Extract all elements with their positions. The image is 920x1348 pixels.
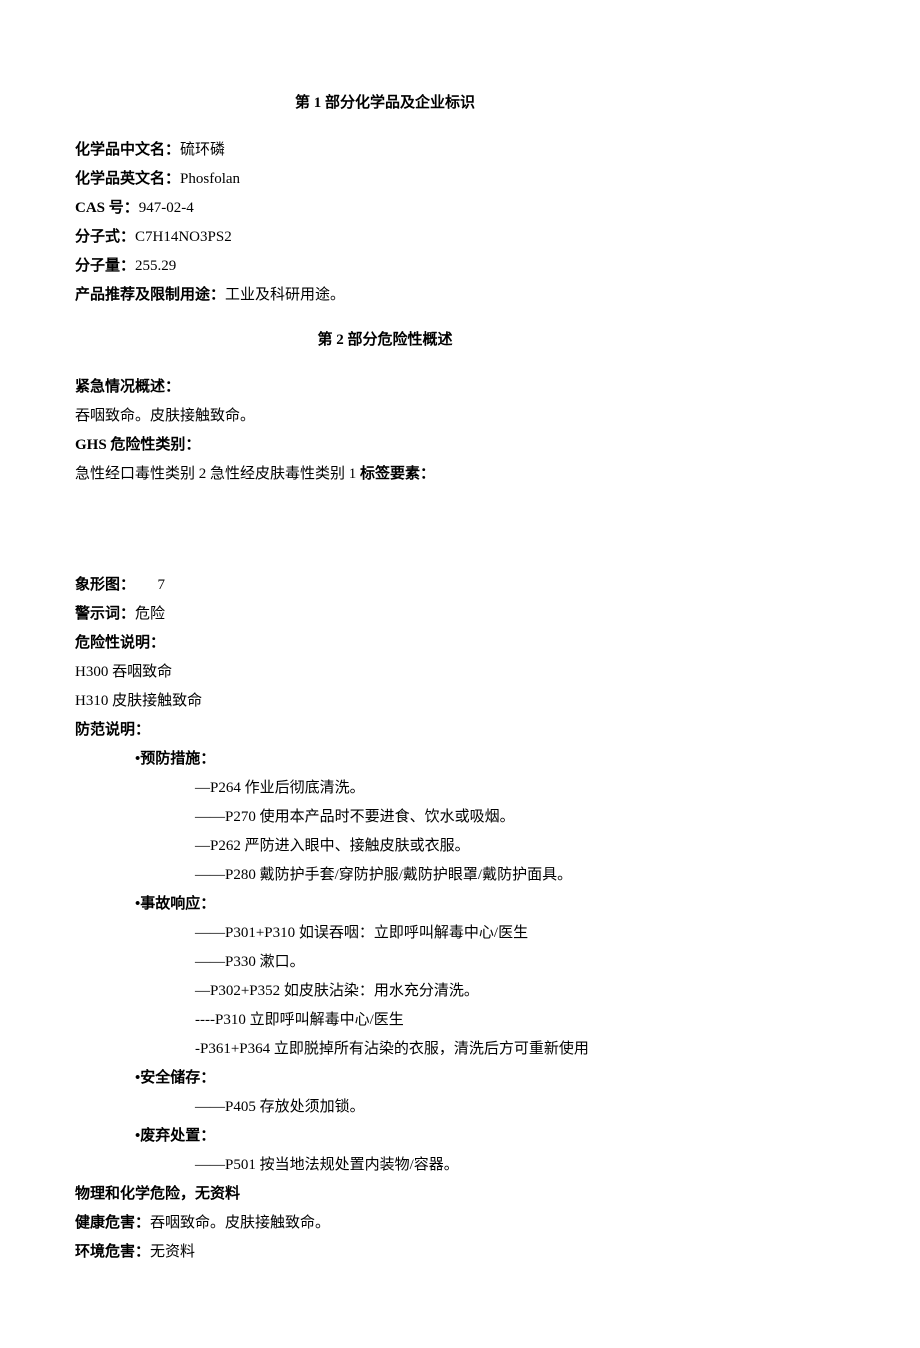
health-line: 健康危害：吞咽致命。皮肤接触致命。: [75, 1210, 695, 1237]
env-label: 环境危害：: [75, 1244, 150, 1260]
cas-label: CAS 号：: [75, 200, 139, 216]
name-cn-label: 化学品中文名：: [75, 142, 180, 158]
mw-label: 分子量：: [75, 258, 135, 274]
name-en-value: Phosfolan: [180, 171, 240, 187]
mw-value: 255.29: [135, 258, 176, 274]
signal-label: 警示词：: [75, 606, 135, 622]
p301-310: ——P301+P310 如误吞咽：立即呼叫解毒中心/医生: [195, 920, 695, 947]
p302-352: —P302+P352 如皮肤沾染：用水充分清洗。: [195, 978, 695, 1005]
cas-value: 947-02-4: [139, 200, 194, 216]
formula-label: 分子式：: [75, 229, 135, 245]
p262: —P262 严防进入眼中、接触皮肤或衣服。: [195, 833, 695, 860]
p405: ——P405 存放处须加锁。: [195, 1094, 695, 1121]
name-en-line: 化学品英文名：Phosfolan: [75, 166, 695, 193]
ghs-line: 急性经口毒性类别 2 急性经皮肤毒性类别 1 标签要素：: [75, 461, 695, 488]
section-2-title: 第 2 部分危险性概述: [75, 327, 695, 354]
signal-value: 危险: [135, 606, 165, 622]
formula-line: 分子式：C7H14NO3PS2: [75, 224, 695, 251]
p310: ----P310 立即呼叫解毒中心/医生: [195, 1007, 695, 1034]
hazard-stmt-label: 危险性说明：: [75, 630, 695, 657]
h310: H310 皮肤接触致命: [75, 688, 695, 715]
use-line: 产品推荐及限制用途：工业及科研用途。: [75, 282, 695, 309]
label-elements: 标签要素：: [360, 466, 435, 482]
p361-364: -P361+P364 立即脱掉所有沾染的衣服，清洗后方可重新使用: [195, 1036, 695, 1063]
pictogram-label: 象形图：: [75, 577, 135, 593]
emergency-value: 吞咽致命。皮肤接触致命。: [75, 403, 695, 430]
precaution-label: 防范说明：: [75, 717, 695, 744]
pictogram-value: 7: [158, 577, 166, 593]
p270: ——P270 使用本产品时不要进食、饮水或吸烟。: [195, 804, 695, 831]
response-label: •事故响应：: [135, 891, 695, 918]
env-value: 无资料: [150, 1244, 195, 1260]
emergency-label: 紧急情况概述：: [75, 374, 695, 401]
formula-value: C7H14NO3PS2: [135, 229, 232, 245]
use-value: 工业及科研用途。: [225, 287, 345, 303]
prevention-label: •预防措施：: [135, 746, 695, 773]
ghs-label: GHS 危险性类别：: [75, 432, 695, 459]
health-value: 吞咽致命。皮肤接触致命。: [150, 1215, 330, 1231]
section-1-title: 第 1 部分化学品及企业标识: [75, 90, 695, 117]
mw-line: 分子量：255.29: [75, 253, 695, 280]
ghs-value: 急性经口毒性类别 2 急性经皮肤毒性类别 1: [75, 466, 360, 482]
name-cn-line: 化学品中文名：硫环磷: [75, 137, 695, 164]
use-label: 产品推荐及限制用途：: [75, 287, 225, 303]
h300: H300 吞咽致命: [75, 659, 695, 686]
cas-line: CAS 号：947-02-4: [75, 195, 695, 222]
name-en-label: 化学品英文名：: [75, 171, 180, 187]
signal-line: 警示词：危险: [75, 601, 695, 628]
pictogram-line: 象形图： 7: [75, 572, 695, 599]
name-cn-value: 硫环磷: [180, 142, 225, 158]
storage-label: •安全储存：: [135, 1065, 695, 1092]
health-label: 健康危害：: [75, 1215, 150, 1231]
p501: ——P501 按当地法规处置内装物/容器。: [195, 1152, 695, 1179]
phys-chem-label: 物理和化学危险，无资料: [75, 1181, 695, 1208]
disposal-label: •废弃处置：: [135, 1123, 695, 1150]
p280: ——P280 戴防护手套/穿防护服/戴防护眼罩/戴防护面具。: [195, 862, 695, 889]
env-line: 环境危害：无资料: [75, 1239, 695, 1266]
p264: —P264 作业后彻底清洗。: [195, 775, 695, 802]
p330: ——P330 漱口。: [195, 949, 695, 976]
